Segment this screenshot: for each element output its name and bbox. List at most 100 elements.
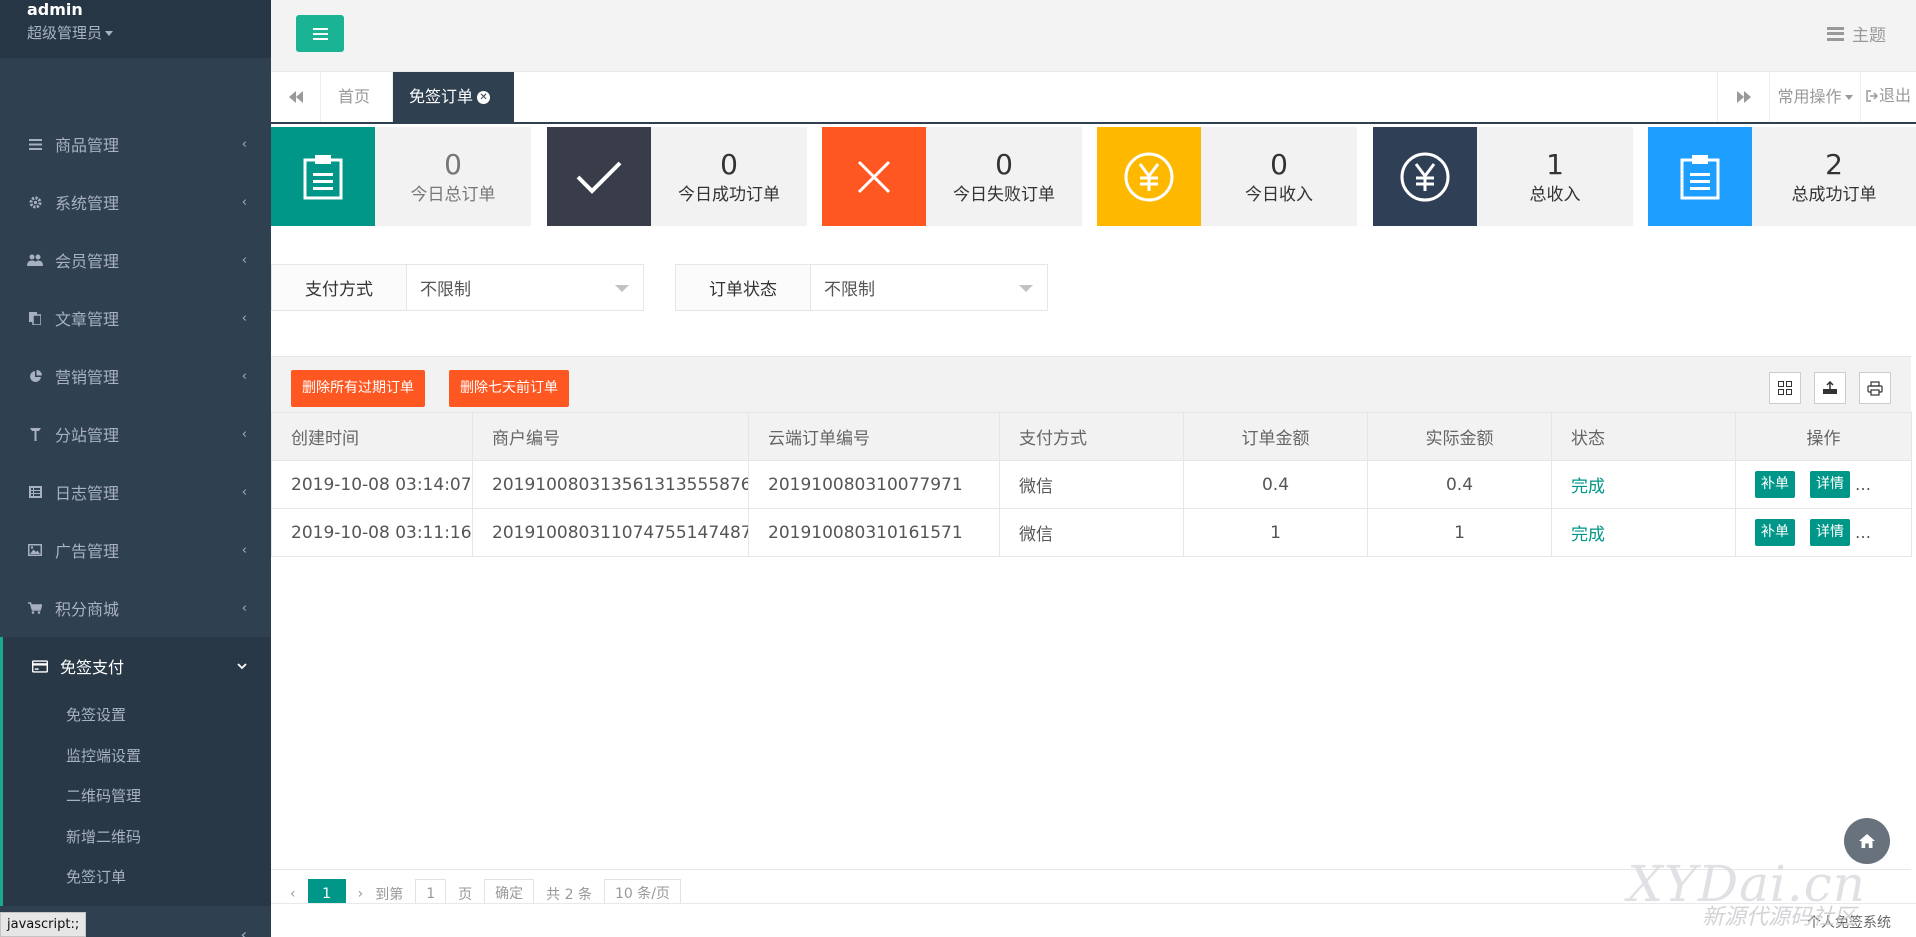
chevron-left-icon: ‹ (241, 310, 247, 326)
sidebar-item-goods[interactable]: 商品管理 ‹ (0, 115, 271, 173)
table-row: 2019-10-08 03:11:16 20191008031107475514… (271, 508, 1912, 557)
column-header-status[interactable]: 状态 (1551, 412, 1736, 461)
column-header-merchant-no[interactable]: 商户编号 (472, 412, 749, 461)
flag-icon (27, 426, 43, 442)
sidebar-item-label: 广告管理 (55, 542, 120, 561)
stat-value: 0 (444, 147, 462, 181)
user-role-dropdown[interactable]: 超级管理员 (27, 20, 244, 46)
sidebar-item-substations[interactable]: 分站管理 ‹ (0, 405, 271, 463)
user-name: admin (27, 0, 83, 19)
tasks-icon (1827, 26, 1844, 41)
caret-down-icon (1844, 95, 1853, 100)
stat-card-today-failed: 0 今日失败订单 (822, 127, 1082, 226)
chevron-left-icon: ‹ (241, 194, 247, 210)
users-icon (27, 252, 43, 268)
more-actions-ellipsis[interactable]: … (1855, 523, 1871, 542)
backward-icon (288, 91, 303, 103)
stat-body: 0 今日成功订单 (651, 127, 807, 226)
sidebar-toggle-button[interactable] (296, 15, 344, 52)
order-detail-button[interactable]: 详情 (1810, 519, 1850, 546)
copy-icon (27, 310, 43, 326)
more-actions-ellipsis[interactable]: … (1855, 475, 1871, 494)
submenu-item-qrcode-manage[interactable]: 二维码管理 (3, 776, 271, 817)
columns-filter-button[interactable] (1769, 372, 1801, 404)
cell-pay-method: 微信 (999, 460, 1184, 509)
submenu-item-free-orders[interactable]: 免签订单 (3, 857, 271, 898)
sidebar-item-points-mall[interactable]: 积分商城 ‹ (0, 579, 271, 637)
main-content: 0 今日总订单 0 今日成功订单 0 今日失败订单 0 今日收入 1 总收入 2… (271, 124, 1916, 937)
exit-label: 退出 (1878, 86, 1911, 105)
next-page-icon[interactable]: › (358, 886, 364, 902)
back-to-home-button[interactable] (1844, 818, 1890, 864)
supplement-order-button[interactable]: 补单 (1755, 471, 1795, 498)
column-header-pay-method[interactable]: 支付方式 (999, 412, 1184, 461)
cell-status: 完成 (1551, 508, 1736, 557)
delete-expired-orders-button[interactable]: 删除所有过期订单 (291, 370, 425, 407)
tab-scroll-left-button[interactable] (271, 72, 321, 122)
sidebar-item-system[interactable]: 系统管理 ‹ (0, 173, 271, 231)
close-icon[interactable]: ✕ (477, 91, 491, 104)
delete-week-old-orders-button[interactable]: 删除七天前订单 (449, 370, 569, 407)
sidebar-item-marketing[interactable]: 营销管理 ‹ (0, 347, 271, 405)
sidebar-item-members[interactable]: 会员管理 ‹ (0, 231, 271, 289)
exit-button[interactable]: 退出 (1860, 72, 1916, 122)
stat-label: 总收入 (1529, 184, 1581, 205)
stat-icon-box (1097, 127, 1201, 226)
sidebar-item-label: 日志管理 (55, 484, 120, 503)
tab-right-controls: 常用操作 退出 (1717, 72, 1916, 122)
sidebar-item-articles[interactable]: 文章管理 ‹ (0, 289, 271, 347)
row-actions: 补单 详情 … (1755, 471, 1892, 498)
prev-page-icon[interactable]: ‹ (290, 886, 296, 902)
tab-free-orders[interactable]: 免签订单 ✕ (393, 72, 514, 122)
sidebar-item-ads[interactable]: 广告管理 ‹ (0, 521, 271, 579)
column-header-actions: 操作 (1735, 412, 1912, 461)
column-header-actual-amount[interactable]: 实际金额 (1367, 412, 1552, 461)
cell-order-amount: 0.4 (1183, 460, 1368, 509)
chevron-left-icon: ‹ (240, 925, 247, 937)
table-tool-icons (1769, 372, 1891, 404)
tab-home[interactable]: 首页 (321, 72, 393, 122)
yen-icon (1400, 152, 1450, 201)
goto-label: 到第 (375, 887, 404, 903)
select-value: 不限制 (420, 280, 471, 300)
common-operations-dropdown[interactable]: 常用操作 (1769, 72, 1860, 122)
cell-actual-amount: 1 (1367, 508, 1552, 557)
filter-label: 订单状态 (676, 265, 811, 310)
current-page-button[interactable]: 1 (307, 879, 346, 904)
order-status-select[interactable]: 不限制 (811, 265, 1047, 310)
chevron-left-icon: ‹ (241, 542, 247, 558)
stat-body: 0 今日总订单 (375, 127, 531, 226)
columns-icon (1778, 381, 1792, 395)
pay-method-select[interactable]: 不限制 (407, 265, 643, 310)
page-number-input[interactable]: 1 (415, 879, 447, 904)
chevron-left-icon: ‹ (241, 426, 247, 442)
order-detail-button[interactable]: 详情 (1810, 471, 1850, 498)
theme-label: 主题 (1852, 26, 1886, 46)
page-size-select[interactable]: 10 条/页 (603, 879, 681, 904)
sidebar-item-logs[interactable]: 日志管理 ‹ (0, 463, 271, 521)
top-navbar: 主题 (271, 0, 1916, 72)
column-header-order-amount[interactable]: 订单金额 (1183, 412, 1368, 461)
sidebar-item-label: 商品管理 (55, 136, 120, 155)
gear-icon (27, 194, 43, 210)
submenu-item-monitor-settings[interactable]: 监控端设置 (3, 736, 271, 777)
goto-confirm-button[interactable]: 确定 (484, 879, 535, 904)
stat-card-today-orders: 0 今日总订单 (271, 127, 531, 226)
submenu-item-add-qrcode[interactable]: 新增二维码 (3, 817, 271, 858)
theme-link[interactable]: 主题 (1827, 21, 1886, 46)
tab-scroll-right-button[interactable] (1717, 72, 1769, 122)
stat-value: 1 (1546, 147, 1564, 181)
check-icon (576, 161, 622, 194)
print-button[interactable] (1859, 372, 1891, 404)
stat-card-total-success: 2 总成功订单 (1648, 127, 1916, 226)
image-icon (27, 542, 43, 558)
submenu-item-free-settings[interactable]: 免签设置 (3, 695, 271, 736)
column-header-cloud-order-no[interactable]: 云端订单编号 (748, 412, 1000, 461)
column-header-created[interactable]: 创建时间 (271, 412, 473, 461)
export-button[interactable] (1814, 372, 1846, 404)
supplement-order-button[interactable]: 补单 (1755, 519, 1795, 546)
sign-out-icon (1866, 90, 1879, 102)
sidebar-item-free-pay[interactable]: 免签支付 (3, 637, 271, 695)
stat-body: 1 总收入 (1477, 127, 1633, 226)
row-actions: 补单 详情 … (1755, 519, 1892, 546)
